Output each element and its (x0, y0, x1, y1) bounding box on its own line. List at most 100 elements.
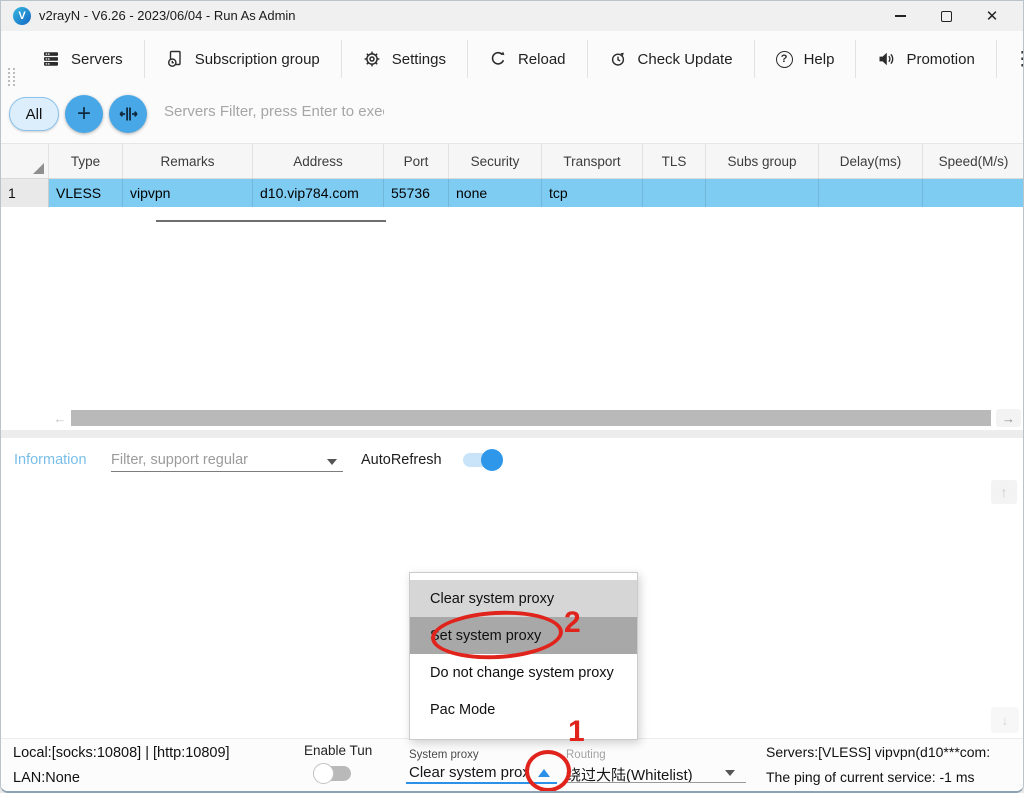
ellipsis-icon: ⋮ (1013, 49, 1024, 70)
cell-transport[interactable]: tcp (542, 179, 643, 207)
servers-menu-label: Servers (71, 51, 123, 68)
arrow-left-icon: ← (54, 411, 67, 426)
subs-group-all-button[interactable]: All (9, 97, 59, 131)
info-scroll-down-button[interactable]: ↓ (991, 707, 1019, 733)
close-button[interactable]: ✕ (969, 1, 1015, 31)
panel-splitter[interactable] (1, 430, 1023, 438)
system-proxy-combo-label: System proxy (409, 749, 479, 761)
plus-icon: + (77, 100, 91, 128)
cell-speed[interactable] (923, 179, 1024, 207)
chevron-down-icon[interactable] (725, 770, 735, 776)
main-toolbar: Servers Subscription group Settings (1, 31, 1023, 87)
column-header-address[interactable]: Address (253, 144, 384, 178)
v2rayn-window: V v2rayN - V6.26 - 2023/06/04 - Run As A… (0, 0, 1024, 793)
question-mark: ? (781, 53, 788, 65)
add-server-button[interactable]: + (65, 95, 103, 133)
maximize-icon (941, 11, 952, 22)
help-icon: ? (776, 51, 793, 68)
column-header-security[interactable]: Security (449, 144, 542, 178)
column-header-tls[interactable]: TLS (643, 144, 706, 178)
chevron-down-icon[interactable] (327, 459, 337, 465)
promotion-label: Promotion (906, 51, 974, 68)
cell-type[interactable]: VLESS (49, 179, 123, 207)
column-header-transport[interactable]: Transport (542, 144, 643, 178)
gear-icon (363, 50, 381, 68)
arrow-up-icon: ↑ (1001, 484, 1008, 500)
cell-subs-group[interactable] (706, 179, 819, 207)
column-header-delay[interactable]: Delay(ms) (819, 144, 923, 178)
scroll-right-button[interactable]: → (996, 409, 1021, 427)
scrollbar-thumb[interactable] (71, 410, 991, 426)
column-header-type[interactable]: Type (49, 144, 123, 178)
cell-address[interactable]: d10.vip784.com (253, 179, 384, 207)
subscription-group-icon (166, 50, 184, 68)
info-filter-underline (111, 471, 343, 472)
help-button[interactable]: ? Help (755, 41, 856, 78)
lan-text: LAN:None (13, 770, 80, 786)
subscription-group-button[interactable]: Subscription group (145, 40, 341, 78)
annotation-number-1: 1 (568, 715, 585, 749)
arrow-down-icon: ↓ (1002, 712, 1009, 728)
scroll-left-button[interactable]: ← (49, 409, 71, 427)
toggle-knob (481, 449, 503, 471)
info-scroll-up-button[interactable]: ↑ (991, 480, 1017, 504)
routing-combo-label: Routing (566, 749, 606, 761)
toggle-knob (313, 763, 334, 784)
speaker-icon (877, 50, 895, 68)
column-header-subs-group[interactable]: Subs group (706, 144, 819, 178)
cell-tls[interactable] (643, 179, 706, 207)
check-update-icon (609, 50, 627, 68)
routing-underline (564, 782, 746, 783)
maximize-button[interactable] (923, 1, 969, 31)
settings-label: Settings (392, 51, 446, 68)
titlebar: V v2rayN - V6.26 - 2023/06/04 - Run As A… (1, 1, 1023, 31)
status-bar: Local:[socks:10808] | [http:10809] LAN:N… (1, 738, 1023, 793)
more-menu-button[interactable]: ⋮ (997, 48, 1024, 71)
reload-icon (489, 50, 507, 68)
minimize-icon (895, 15, 906, 16)
server-table-header: Type Remarks Address Port Security Trans… (1, 143, 1024, 179)
server-table: Type Remarks Address Port Security Trans… (1, 143, 1024, 207)
check-update-button[interactable]: Check Update (588, 40, 754, 78)
cell-remarks[interactable]: vipvpn (123, 179, 253, 207)
cell-security[interactable]: none (449, 179, 542, 207)
current-server-text: Servers:[VLESS] vipvpn(d10***com: (766, 744, 990, 760)
table-row[interactable]: 1 VLESS vipvpn d10.vip784.com 55736 none… (1, 179, 1024, 207)
all-label: All (26, 106, 43, 123)
minimize-button[interactable] (877, 1, 923, 31)
settings-button[interactable]: Settings (342, 40, 467, 78)
select-all-corner[interactable] (1, 144, 49, 178)
column-header-port[interactable]: Port (384, 144, 449, 178)
menu-item-do-not-change-system-proxy[interactable]: Do not change system proxy (410, 654, 637, 691)
info-filter-input[interactable]: Filter, support regular (111, 452, 316, 468)
menu-item-pac-mode[interactable]: Pac Mode (410, 691, 637, 728)
help-label: Help (804, 51, 835, 68)
horizontal-scrollbar[interactable]: ← → (1, 409, 1023, 427)
servers-menu-button[interactable]: Servers (21, 40, 144, 78)
servers-icon (42, 50, 60, 68)
app-logo-icon: V (13, 7, 31, 25)
split-columns-icon (118, 104, 138, 124)
window-title: v2rayN - V6.26 - 2023/06/04 - Run As Adm… (39, 8, 296, 23)
servers-filter-underline (156, 220, 386, 222)
corner-triangle-icon (33, 163, 44, 174)
filter-bar: All + Servers Filter, press Enter to exe… (1, 87, 1023, 143)
system-proxy-combo[interactable]: Clear system prox (409, 764, 535, 781)
column-header-remarks[interactable]: Remarks (123, 144, 253, 178)
cell-port[interactable]: 55736 (384, 179, 449, 207)
row-number: 1 (1, 179, 49, 207)
autorefresh-toggle[interactable] (463, 453, 499, 467)
reload-button[interactable]: Reload (468, 40, 587, 78)
tab-information[interactable]: Information (14, 452, 87, 468)
close-icon: ✕ (986, 7, 999, 25)
enable-tun-toggle[interactable] (315, 766, 351, 781)
autorefresh-label: AutoRefresh (361, 452, 442, 468)
servers-filter-input[interactable]: Servers Filter, press Enter to exec (164, 103, 384, 120)
cell-delay[interactable] (819, 179, 923, 207)
reload-label: Reload (518, 51, 566, 68)
toggle-panel-button[interactable] (109, 95, 147, 133)
annotation-circle-step1 (525, 750, 571, 792)
ping-text: The ping of current service: -1 ms (766, 769, 975, 785)
promotion-button[interactable]: Promotion (856, 40, 995, 78)
column-header-speed[interactable]: Speed(M/s) (923, 144, 1024, 178)
